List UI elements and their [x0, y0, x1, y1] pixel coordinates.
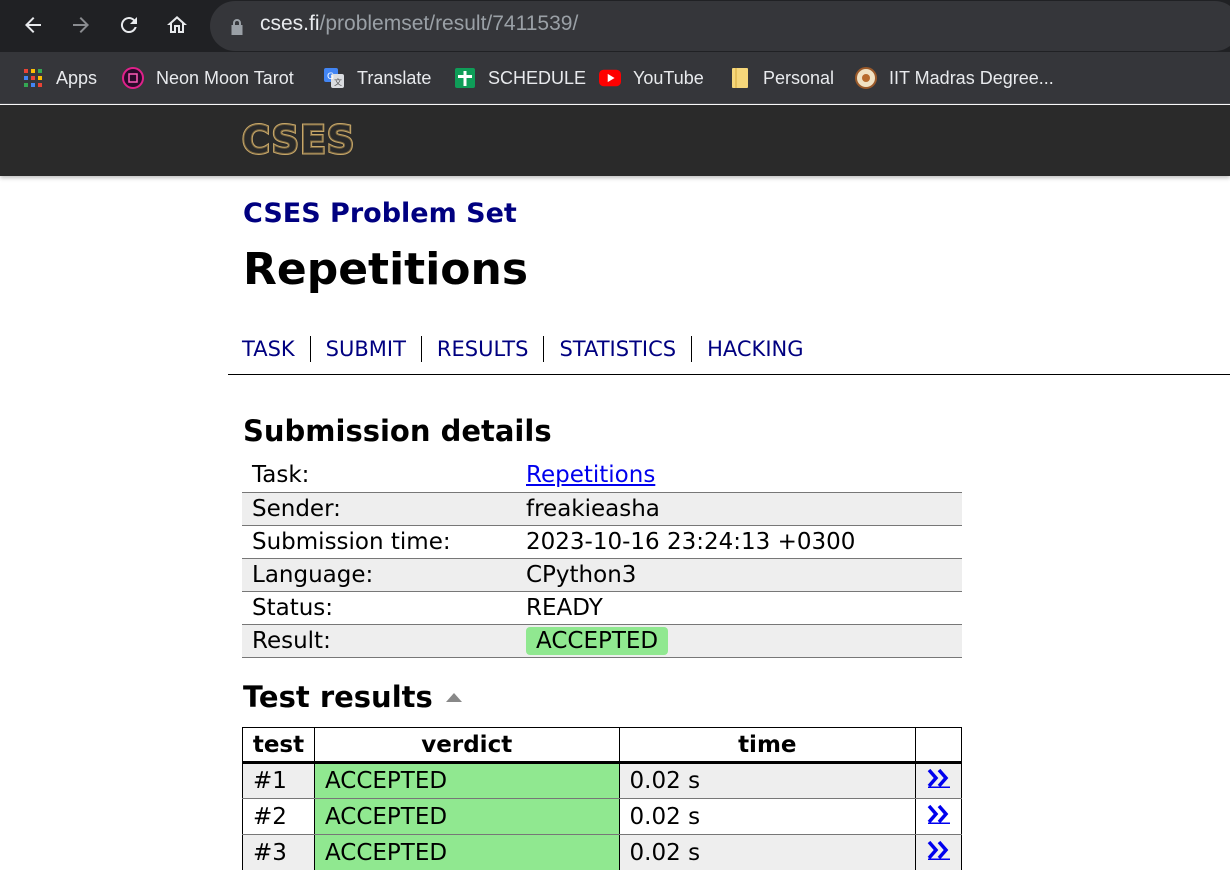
reload-icon: [120, 17, 137, 34]
browser-toolbar: cses.fi/problemset/result/7411539/: [0, 0, 1230, 52]
details-value: READY: [516, 591, 962, 625]
test-time: 0.02 s: [618, 798, 917, 835]
details-row-language: Language: CPython3: [242, 558, 962, 592]
reload-button[interactable]: [112, 8, 146, 42]
collapse-triangle-icon[interactable]: [445, 691, 463, 703]
bookmark-iit-madras[interactable]: IIT Madras Degree...: [855, 52, 1054, 104]
test-time: 0.02 s: [618, 834, 917, 870]
bookmark-label: Neon Moon Tarot: [156, 67, 294, 88]
tab-statistics[interactable]: STATISTICS: [543, 336, 691, 362]
bookmark-label: Apps: [56, 67, 98, 88]
details-row-submission-time: Submission time: 2023-10-16 23:24:13 +03…: [242, 525, 962, 559]
google-translate-icon: G文: [323, 67, 345, 89]
problem-set-title[interactable]: CSES Problem Set: [243, 198, 517, 229]
test-verdict: ACCEPTED: [313, 834, 620, 870]
url-host: cses.fi: [260, 12, 320, 35]
page-title: Repetitions: [243, 244, 529, 295]
apps-grid-icon: [22, 67, 44, 89]
bookmarks-bar: Apps Neon Moon Tarot G文 Translate SCHEDU…: [0, 52, 1230, 104]
test-time: 0.02 s: [618, 762, 917, 799]
test-details-link[interactable]: [915, 798, 962, 835]
details-value: 2023-10-16 23:24:13 +0300: [516, 525, 962, 559]
svg-text:CSES: CSES: [242, 119, 355, 161]
forward-button[interactable]: [64, 8, 98, 42]
bookmark-youtube[interactable]: YouTube: [599, 52, 704, 104]
table-row: #3 ACCEPTED 0.02 s: [242, 834, 962, 870]
table-row: #1 ACCEPTED 0.02 s: [242, 762, 962, 799]
details-value: Repetitions: [516, 459, 962, 493]
details-value: CPython3: [516, 558, 962, 592]
test-details-link[interactable]: [915, 762, 962, 799]
arrow-left-icon: [25, 17, 41, 33]
details-row-result: Result: ACCEPTED: [242, 624, 962, 658]
task-link[interactable]: Repetitions: [526, 462, 655, 488]
column-header-time: time: [618, 727, 917, 764]
youtube-icon: [599, 67, 621, 89]
details-key: Language:: [242, 558, 516, 592]
folder-icon: [729, 67, 751, 89]
double-chevron-right-icon: [927, 768, 950, 788]
details-row-status: Status: READY: [242, 591, 962, 625]
submission-details-table: Task: Repetitions Sender: freakieasha Su…: [242, 459, 962, 658]
details-value: ACCEPTED: [516, 624, 962, 658]
site-header: CSES CSES: [0, 105, 1230, 176]
test-verdict: ACCEPTED: [313, 798, 620, 835]
test-id: #3: [242, 834, 315, 870]
bookmark-label: YouTube: [633, 67, 704, 88]
home-icon: [167, 16, 187, 33]
neon-moon-icon: [122, 67, 144, 89]
tab-task[interactable]: TASK: [242, 336, 310, 362]
nav-divider: [228, 374, 1230, 375]
details-key: Status:: [242, 591, 516, 625]
details-key: Sender:: [242, 492, 516, 526]
arrow-right-icon: [73, 17, 89, 33]
details-key: Result:: [242, 624, 516, 658]
test-id: #2: [242, 798, 315, 835]
test-results-table: test verdict time #1 ACCEPTED 0.02 s #2 …: [242, 727, 962, 870]
details-value: freakieasha: [516, 492, 962, 526]
bookmark-label: IIT Madras Degree...: [889, 67, 1054, 88]
svg-text:G: G: [327, 72, 334, 82]
test-id: #1: [242, 762, 315, 799]
bookmark-label: Personal: [763, 67, 835, 88]
double-chevron-right-icon: [927, 804, 950, 824]
column-header-verdict: verdict: [313, 727, 620, 764]
back-button[interactable]: [16, 8, 50, 42]
column-header-test: test: [242, 727, 315, 764]
url-path: /problemset/result/7411539/: [319, 12, 579, 35]
details-key: Submission time:: [242, 525, 516, 559]
address-bar[interactable]: cses.fi/problemset/result/7411539/: [210, 1, 1230, 51]
svg-text:文: 文: [334, 77, 342, 87]
iit-madras-icon: [855, 67, 877, 89]
bookmark-label: Translate: [357, 67, 432, 88]
bookmark-translate[interactable]: G文 Translate: [323, 52, 431, 104]
column-header-details: [915, 727, 962, 764]
details-row-sender: Sender: freakieasha: [242, 492, 962, 526]
details-key: Task:: [242, 459, 516, 493]
details-row-task: Task: Repetitions: [242, 459, 962, 493]
tab-results[interactable]: RESULTS: [420, 336, 544, 362]
url-text: cses.fi/problemset/result/7411539/: [260, 12, 578, 36]
bookmark-personal[interactable]: Personal: [729, 52, 834, 104]
task-nav: TASK SUBMIT RESULTS STATISTICS HACKING: [242, 336, 819, 362]
test-verdict: ACCEPTED: [313, 762, 620, 799]
tab-submit[interactable]: SUBMIT: [309, 336, 421, 362]
table-header-row: test verdict time: [242, 727, 962, 764]
test-results-heading[interactable]: Test results: [243, 680, 463, 714]
test-details-link[interactable]: [915, 834, 962, 870]
cses-logo[interactable]: CSES CSES: [240, 117, 380, 165]
bookmark-neon-moon-tarot[interactable]: Neon Moon Tarot: [122, 52, 294, 104]
test-results-heading-text: Test results: [243, 680, 433, 714]
double-chevron-right-icon: [927, 840, 950, 860]
tab-hacking[interactable]: HACKING: [691, 336, 818, 362]
table-row: #2 ACCEPTED 0.02 s: [242, 798, 962, 835]
bookmark-apps[interactable]: Apps: [22, 52, 97, 104]
result-badge: ACCEPTED: [526, 626, 669, 655]
lock-icon: [231, 19, 243, 35]
submission-details-heading: Submission details: [243, 414, 552, 448]
bookmark-schedule[interactable]: SCHEDULE: [454, 52, 586, 104]
home-button[interactable]: [160, 8, 194, 42]
sheets-icon: [454, 67, 476, 89]
bookmark-label: SCHEDULE: [488, 67, 587, 88]
